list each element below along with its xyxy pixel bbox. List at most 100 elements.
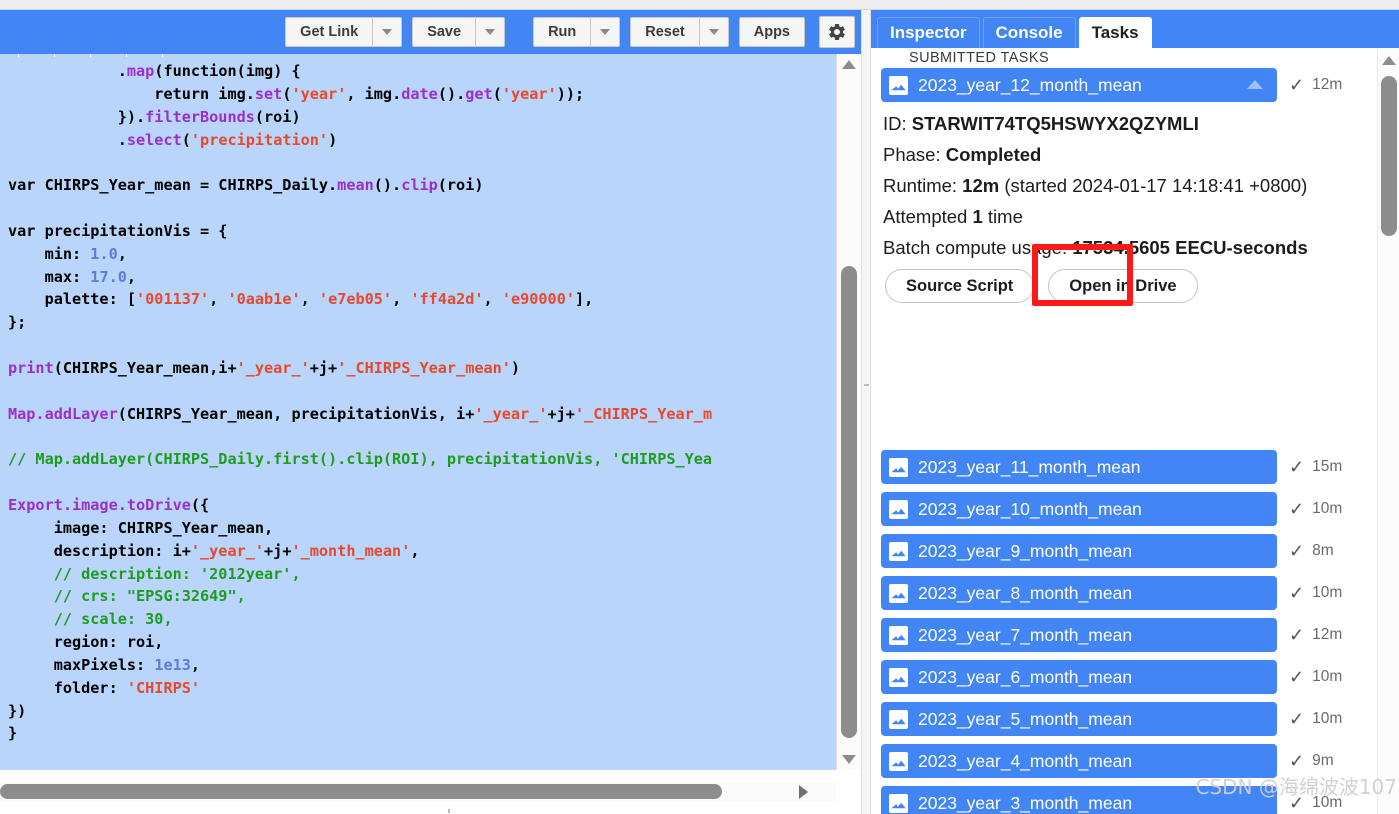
source-code[interactable]: .map(function(img) { return img.set('yea… <box>0 54 836 745</box>
tasks-vertical-scrollbar[interactable] <box>1377 48 1399 814</box>
save-dropdown-button[interactable] <box>475 17 506 47</box>
task-name: 2023_year_11_month_mean <box>918 456 1141 477</box>
task-duration: 12m <box>1312 76 1343 93</box>
pane-splitter[interactable] <box>861 10 871 814</box>
expanded-task-row-wrap: 2023_year_12_month_mean ✓ 12m <box>881 68 1374 110</box>
reset-dropdown-button[interactable] <box>698 17 729 47</box>
task-chip[interactable]: 2023_year_4_month_mean <box>881 744 1277 778</box>
image-icon <box>889 75 908 95</box>
image-icon <box>889 751 908 771</box>
task-detail: ID: STARWIT74TQ5HSWYX2QZYMLI Phase: Comp… <box>881 110 1351 306</box>
image-icon <box>889 667 908 687</box>
task-duration: 10m <box>1312 500 1343 517</box>
task-chip[interactable]: 2023_year_11_month_mean <box>881 450 1277 484</box>
task-runtime-started: (started 2024-01-17 14:18:41 +0800) <box>1004 175 1308 196</box>
scroll-down-arrow-icon[interactable] <box>842 755 856 764</box>
task-chip[interactable]: 2023_year_6_month_mean <box>881 660 1277 694</box>
editor-toolbar: Get Link Save Run Reset Apps <box>0 10 861 54</box>
chevron-up-icon[interactable] <box>1247 80 1263 89</box>
task-status: ✓ 10m <box>1289 710 1342 728</box>
chevron-down-icon <box>708 29 719 35</box>
tab-console[interactable]: Console <box>982 17 1076 48</box>
usage-label: Batch compute usage: <box>883 237 1068 258</box>
task-chip[interactable]: 2023_year_5_month_mean <box>881 702 1277 736</box>
code-editor-pane: Get Link Save Run Reset Apps .map(functi… <box>0 10 861 814</box>
task-chip[interactable]: 2023_year_10_month_mean <box>881 492 1277 526</box>
gear-icon <box>829 23 845 41</box>
task-chip[interactable]: 2023_year_8_month_mean <box>881 576 1277 610</box>
task-duration: 15m <box>1312 458 1343 475</box>
task-list: 2023_year_11_month_mean ✓ 15m 2023_year_… <box>881 450 1374 814</box>
list-item: 2023_year_7_month_mean ✓ 12m <box>881 618 1374 652</box>
task-duration: 10m <box>1312 794 1343 811</box>
reset-button-group: Reset <box>630 17 729 47</box>
tab-inspector[interactable]: Inspector <box>877 17 980 48</box>
editor-horizontal-scrollbar[interactable] <box>0 782 836 802</box>
scroll-right-arrow-icon[interactable] <box>799 785 808 799</box>
settings-button[interactable] <box>819 16 855 48</box>
usage-value: 17534.5605 EECU-seconds <box>1072 237 1308 258</box>
run-dropdown-button[interactable] <box>590 17 621 47</box>
get-link-dropdown-button[interactable] <box>372 17 403 47</box>
editor-vertical-scrollbar[interactable] <box>836 54 861 770</box>
task-id-label: ID: <box>883 113 907 134</box>
task-chip[interactable]: 2023_year_3_month_mean <box>881 786 1277 814</box>
apps-button[interactable]: Apps <box>738 17 805 47</box>
run-button[interactable]: Run <box>533 17 591 47</box>
save-button[interactable]: Save <box>412 17 476 47</box>
task-status: ✓ 10m <box>1289 584 1342 602</box>
scroll-up-arrow-icon[interactable] <box>842 60 856 69</box>
right-panel: Inspector Console Tasks SUBMITTED TASKS … <box>871 10 1399 814</box>
task-duration: 10m <box>1312 668 1343 685</box>
chevron-down-icon <box>485 29 496 35</box>
vertical-scrollbar-thumb[interactable] <box>1381 76 1397 236</box>
code-area: .map(function(img) { return img.set('yea… <box>0 54 861 814</box>
task-status: ✓ 10m <box>1289 794 1342 812</box>
check-icon: ✓ <box>1289 583 1305 603</box>
task-phase-line: Phase: Completed <box>883 141 1351 168</box>
task-status: ✓ 10m <box>1289 668 1342 686</box>
task-chip[interactable]: 2023_year_7_month_mean <box>881 618 1277 652</box>
splitter-grip-icon <box>864 384 869 446</box>
task-usage-line: Batch compute usage: 17534.5605 EECU-sec… <box>883 234 1351 261</box>
attempted-suffix: time <box>987 206 1023 227</box>
task-chip[interactable]: 2023_year_9_month_mean <box>881 534 1277 568</box>
task-duration: 8m <box>1312 542 1334 559</box>
attempted-prefix: Attempted <box>883 206 968 227</box>
gee-code-editor-window: Get Link Save Run Reset Apps .map(functi… <box>0 0 1399 814</box>
list-item: 2023_year_10_month_mean ✓ 10m <box>881 492 1374 526</box>
reset-button[interactable]: Reset <box>630 17 699 47</box>
task-chip-expanded[interactable]: 2023_year_12_month_mean <box>881 68 1277 102</box>
image-icon <box>889 793 908 813</box>
list-item: 2023_year_3_month_mean ✓ 10m <box>881 786 1374 814</box>
image-icon <box>889 499 908 519</box>
task-id-value: STARWIT74TQ5HSWYX2QZYMLI <box>911 113 1199 134</box>
task-attempt-line: Attempted 1 time <box>883 203 1351 230</box>
scroll-up-arrow-icon[interactable] <box>1382 56 1396 65</box>
check-icon: ✓ <box>1289 625 1305 645</box>
task-name: 2023_year_9_month_mean <box>918 540 1133 561</box>
tasks-panel: SUBMITTED TASKS 2023_year_12_month_mean … <box>871 48 1399 814</box>
task-name: 2023_year_4_month_mean <box>918 750 1133 771</box>
task-status: ✓ 15m <box>1289 458 1342 476</box>
window-top-strip <box>0 0 1399 10</box>
vertical-scrollbar-thumb[interactable] <box>841 266 857 738</box>
list-item: 2023_year_4_month_mean ✓ 9m <box>881 744 1374 778</box>
source-script-button[interactable]: Source Script <box>885 269 1035 303</box>
task-name: 2023_year_10_month_mean <box>918 498 1142 519</box>
list-item: 2023_year_5_month_mean ✓ 10m <box>881 702 1374 736</box>
horizontal-scrollbar-thumb[interactable] <box>0 784 722 799</box>
task-name: 2023_year_6_month_mean <box>918 666 1133 687</box>
save-button-group: Save <box>412 17 506 47</box>
tab-tasks[interactable]: Tasks <box>1078 17 1152 48</box>
code-text-region[interactable]: .map(function(img) { return img.set('yea… <box>0 54 836 770</box>
list-item: 2023_year_6_month_mean ✓ 10m <box>881 660 1374 694</box>
check-icon: ✓ <box>1289 709 1305 729</box>
resize-dots <box>448 809 518 813</box>
apps-button-group: Apps <box>738 17 805 47</box>
open-in-drive-button[interactable]: Open in Drive <box>1048 269 1198 303</box>
chevron-down-icon <box>382 29 393 35</box>
task-row: 2023_year_12_month_mean ✓ 12m <box>881 68 1374 102</box>
image-icon <box>889 457 908 477</box>
get-link-button[interactable]: Get Link <box>285 17 373 47</box>
